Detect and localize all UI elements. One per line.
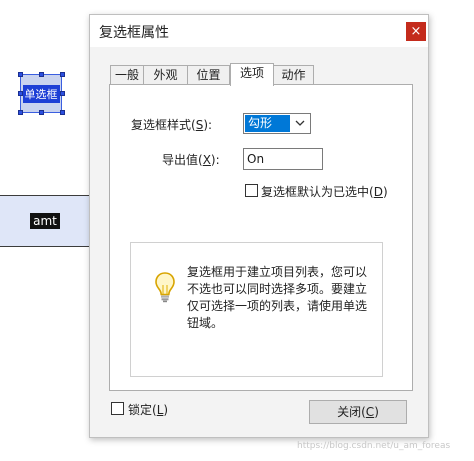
resize-handle[interactable]	[60, 110, 65, 115]
resize-handle[interactable]	[39, 110, 44, 115]
default-checked-label[interactable]: 复选框默认为已选中(D)	[261, 183, 388, 200]
chevron-down-icon	[295, 120, 305, 126]
checkbox-style-label: 复选框样式(S):	[131, 118, 213, 132]
info-text: 复选框用于建立项目列表，您可以不选也可以同时选择多项。要建立仅可选择一项的列表，…	[187, 265, 368, 330]
dialog-titlebar[interactable]: 复选框属性 ×	[90, 15, 428, 47]
amt-field-label: amt	[30, 213, 60, 229]
resize-handle[interactable]	[18, 72, 23, 77]
options-panel: 复选框样式(S): 勾形 导出值(X): On 复选框默认为已选中(D) 复选框…	[109, 84, 413, 391]
watermark: https://blog.csdn.net/u_am_foreas	[297, 441, 451, 451]
default-checked-checkbox[interactable]	[245, 184, 258, 197]
amt-text-field-widget[interactable]: amt	[0, 195, 91, 247]
resize-handle[interactable]	[60, 72, 65, 77]
close-button[interactable]: 关闭(C)	[309, 400, 407, 424]
dialog-title: 复选框属性	[99, 25, 169, 41]
resize-handle[interactable]	[18, 110, 23, 115]
lightbulb-icon	[155, 272, 175, 303]
tab-actions[interactable]: 动作	[273, 65, 314, 85]
resize-handle[interactable]	[39, 72, 44, 77]
checkbox-properties-dialog: 复选框属性 × 一般 外观 位置 选项 动作 复选框样式(S): 勾形 导出值(…	[89, 14, 429, 438]
resize-handle[interactable]	[18, 91, 23, 96]
lock-label[interactable]: 锁定(L)	[128, 401, 168, 418]
export-value-label: 导出值(X):	[162, 153, 220, 167]
resize-handle[interactable]	[60, 91, 65, 96]
tab-options[interactable]: 选项	[230, 63, 274, 86]
tab-position[interactable]: 位置	[187, 65, 230, 85]
info-box: 复选框用于建立项目列表，您可以不选也可以同时选择多项。要建立仅可选择一项的列表，…	[130, 242, 383, 377]
export-value-input[interactable]: On	[243, 148, 323, 170]
close-icon[interactable]: ×	[406, 22, 426, 41]
checkbox-style-value: 勾形	[245, 115, 290, 132]
radio-field-widget[interactable]: 单选框	[20, 74, 62, 113]
radio-field-label: 单选框	[22, 84, 60, 103]
tab-appearance[interactable]: 外观	[143, 65, 188, 85]
tab-general[interactable]: 一般	[110, 65, 144, 85]
lock-checkbox[interactable]	[111, 402, 124, 415]
checkbox-style-select[interactable]: 勾形	[243, 113, 311, 134]
